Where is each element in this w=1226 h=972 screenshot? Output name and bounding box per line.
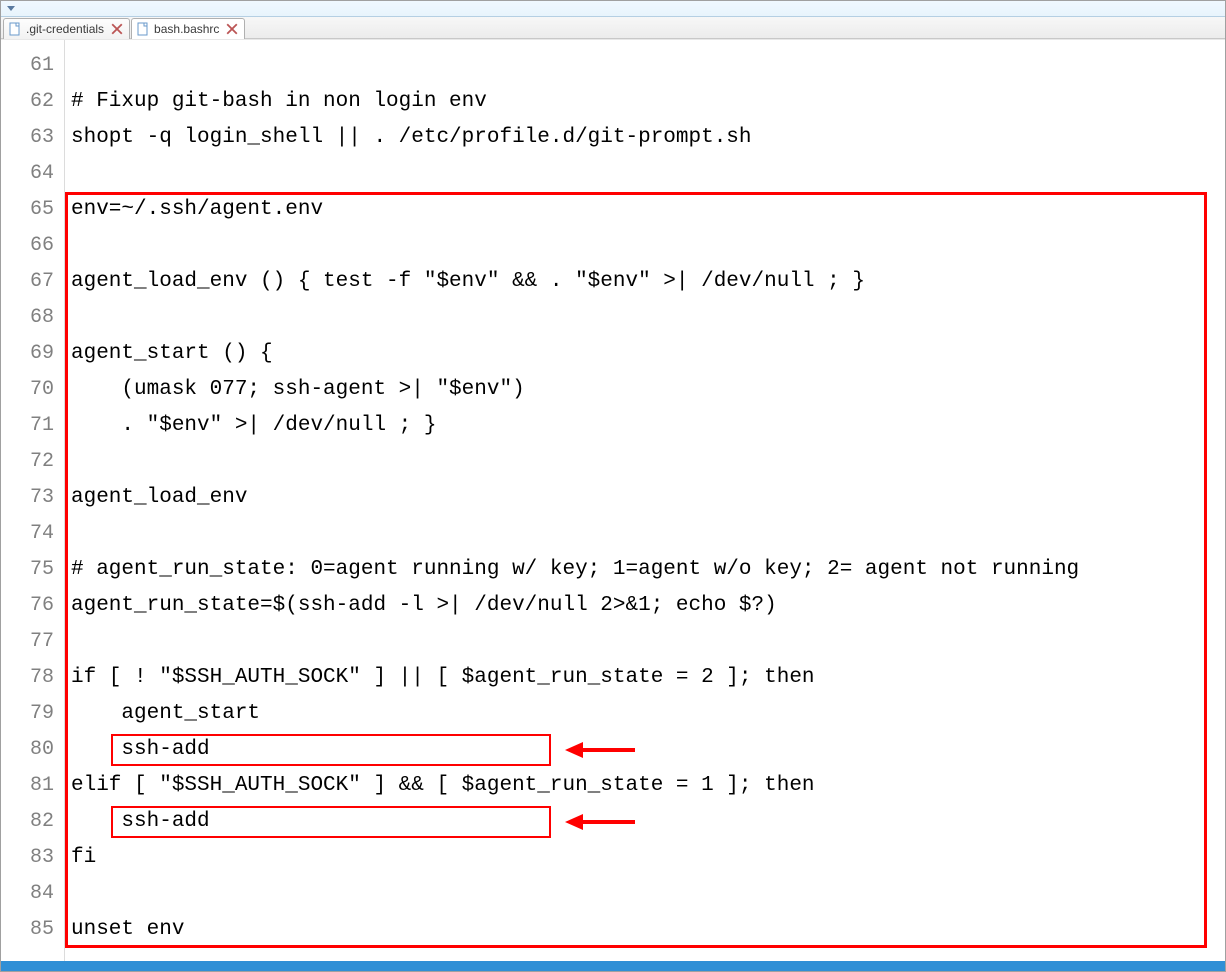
code-line[interactable] — [65, 444, 1225, 480]
line-number: 84 — [1, 876, 64, 912]
file-icon — [8, 22, 22, 36]
line-number: 64 — [1, 156, 64, 192]
code-line[interactable] — [65, 156, 1225, 192]
line-number: 63 — [1, 120, 64, 156]
code-line[interactable]: . "$env" >| /dev/null ; } — [65, 408, 1225, 444]
line-number: 74 — [1, 516, 64, 552]
code-line[interactable] — [65, 516, 1225, 552]
tab-git-credentials[interactable]: .git-credentials — [3, 18, 130, 39]
line-number: 80 — [1, 732, 64, 768]
line-number: 69 — [1, 336, 64, 372]
code-line[interactable]: # agent_run_state: 0=agent running w/ ke… — [65, 552, 1225, 588]
line-number: 82 — [1, 804, 64, 840]
code-line[interactable]: ssh-add — [65, 804, 1225, 840]
code-line[interactable]: fi — [65, 840, 1225, 876]
code-line[interactable] — [65, 228, 1225, 264]
line-number: 81 — [1, 768, 64, 804]
code-line[interactable] — [65, 300, 1225, 336]
code-line[interactable] — [65, 876, 1225, 912]
line-number: 75 — [1, 552, 64, 588]
line-number: 66 — [1, 228, 64, 264]
line-number: 85 — [1, 912, 64, 948]
code-line[interactable]: agent_start () { — [65, 336, 1225, 372]
bottom-highlight-bar — [1, 961, 1225, 971]
code-editor[interactable]: 6162636465666768697071727374757677787980… — [1, 39, 1225, 961]
line-number: 61 — [1, 48, 64, 84]
code-line[interactable] — [65, 48, 1225, 84]
line-number: 65 — [1, 192, 64, 228]
toolbar-strip — [1, 1, 1225, 17]
code-line[interactable]: agent_load_env () { test -f "$env" && . … — [65, 264, 1225, 300]
line-number: 83 — [1, 840, 64, 876]
line-number: 67 — [1, 264, 64, 300]
code-line[interactable]: if [ ! "$SSH_AUTH_SOCK" ] || [ $agent_ru… — [65, 660, 1225, 696]
code-line[interactable]: shopt -q login_shell || . /etc/profile.d… — [65, 120, 1225, 156]
line-number: 73 — [1, 480, 64, 516]
tab-label: bash.bashrc — [154, 22, 219, 36]
line-number: 71 — [1, 408, 64, 444]
file-icon — [136, 22, 150, 36]
line-number: 62 — [1, 84, 64, 120]
code-line[interactable]: (umask 077; ssh-agent >| "$env") — [65, 372, 1225, 408]
line-number: 70 — [1, 372, 64, 408]
close-icon[interactable] — [111, 23, 123, 35]
line-number: 72 — [1, 444, 64, 480]
code-line[interactable]: ssh-add — [65, 732, 1225, 768]
line-number-gutter: 6162636465666768697071727374757677787980… — [1, 40, 65, 961]
code-line[interactable]: env=~/.ssh/agent.env — [65, 192, 1225, 228]
editor-window: .git-credentials bash.bashrc 61626364656… — [0, 0, 1226, 972]
close-icon[interactable] — [226, 23, 238, 35]
code-line[interactable]: agent_start — [65, 696, 1225, 732]
tab-label: .git-credentials — [26, 22, 104, 36]
line-number: 76 — [1, 588, 64, 624]
line-number: 68 — [1, 300, 64, 336]
code-line[interactable]: # Fixup git-bash in non login env — [65, 84, 1225, 120]
tab-bar: .git-credentials bash.bashrc — [1, 17, 1225, 39]
line-number: 79 — [1, 696, 64, 732]
code-line[interactable] — [65, 624, 1225, 660]
code-content[interactable]: # Fixup git-bash in non login envshopt -… — [65, 40, 1225, 961]
tab-bash-bashrc[interactable]: bash.bashrc — [131, 18, 245, 39]
line-number: 77 — [1, 624, 64, 660]
code-line[interactable]: elif [ "$SSH_AUTH_SOCK" ] && [ $agent_ru… — [65, 768, 1225, 804]
dropdown-arrow-icon[interactable] — [7, 6, 15, 11]
code-line[interactable]: unset env — [65, 912, 1225, 948]
code-line[interactable]: agent_load_env — [65, 480, 1225, 516]
line-number: 78 — [1, 660, 64, 696]
code-line[interactable]: agent_run_state=$(ssh-add -l >| /dev/nul… — [65, 588, 1225, 624]
